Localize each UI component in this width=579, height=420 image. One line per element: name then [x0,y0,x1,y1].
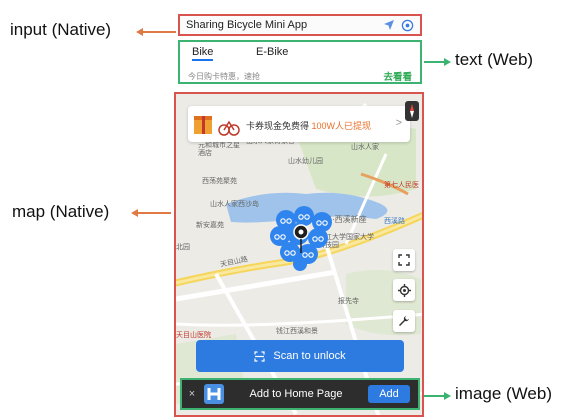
map-view[interactable]: 山水人家诗家谷 山水人家 元和城市之星酒店 山水幼儿园 西荡苑聚苑 山水人家西沙… [174,92,424,417]
map-label: 山水人家西沙岛 [210,201,259,208]
map-label: 新安嘉苑 [196,222,224,229]
scan-to-unlock-button[interactable]: Scan to unlock [196,340,404,372]
arrow-text [424,61,444,63]
navigation-arrow-icon[interactable] [383,19,395,31]
banner-text-main: 卡券现金免费得 [246,121,312,131]
promo-banner[interactable]: 卡券现金免费得 100W人已提现 > [188,106,410,142]
scan-icon [254,350,266,362]
map-label: 北园 [176,244,190,251]
annotation-text: text (Web) [455,50,534,69]
tab-bike[interactable]: Bike [192,46,214,61]
arrowhead-text [444,58,451,66]
arrowhead-input [136,28,143,36]
banner-text: 卡券现金免费得 100W人已提现 [246,119,371,132]
map-label: 山水人家 [351,144,379,151]
add-button[interactable]: Add [368,385,410,403]
gift-illustration-icon [194,116,240,136]
map-label: 山水幼儿园 [288,158,323,165]
promo-link[interactable]: 去看看 [383,69,412,83]
arrow-map [135,212,171,214]
wrench-icon [399,316,409,326]
map-label: 元和城市之星酒店 [198,142,240,157]
arrow-image [422,395,444,397]
repair-button[interactable] [393,310,415,332]
app-logo-icon [204,384,224,404]
locate-button[interactable] [393,279,415,301]
fullscreen-button[interactable] [393,249,415,271]
map-label: 第七人民医 [384,182,419,189]
map-label: 西溪路 [384,218,405,225]
fullscreen-icon [398,254,410,266]
add-to-home-bar: × Add to Home Page Add [180,378,420,410]
arrowhead-map [131,209,138,217]
tab-panel: Bike E-Bike 今日购卡特惠，速抢 去看看 [178,40,422,84]
chevron-right-icon: > [395,117,402,129]
tab-ebike[interactable]: E-Bike [256,46,288,58]
annotation-image: image (Web) [455,384,552,403]
app-title: Sharing Bicycle Mini App [186,19,308,31]
scan-label: Scan to unlock [273,350,346,362]
target-icon[interactable] [401,19,414,32]
location-pin-icon [293,224,309,253]
locate-icon [397,283,411,297]
search-input[interactable]: Sharing Bicycle Mini App [178,14,422,36]
annotation-map: map (Native) [12,202,110,221]
add-to-home-label: Add to Home Page [249,388,343,400]
map-label: 西荡苑聚苑 [202,178,237,185]
promo-text: 今日购卡特惠，速抢 [188,72,260,81]
arrowhead-image [444,392,451,400]
map-label: 钱江西溪和景 [276,328,318,335]
map-label: 天目山医院 [176,332,211,339]
close-icon[interactable]: × [184,388,200,400]
compass-icon[interactable] [404,100,420,122]
annotation-input: input (Native) [10,20,112,39]
map-label: 报先寺 [338,298,359,305]
arrow-input [140,31,176,33]
banner-highlight: 100W人已提现 [311,121,372,131]
